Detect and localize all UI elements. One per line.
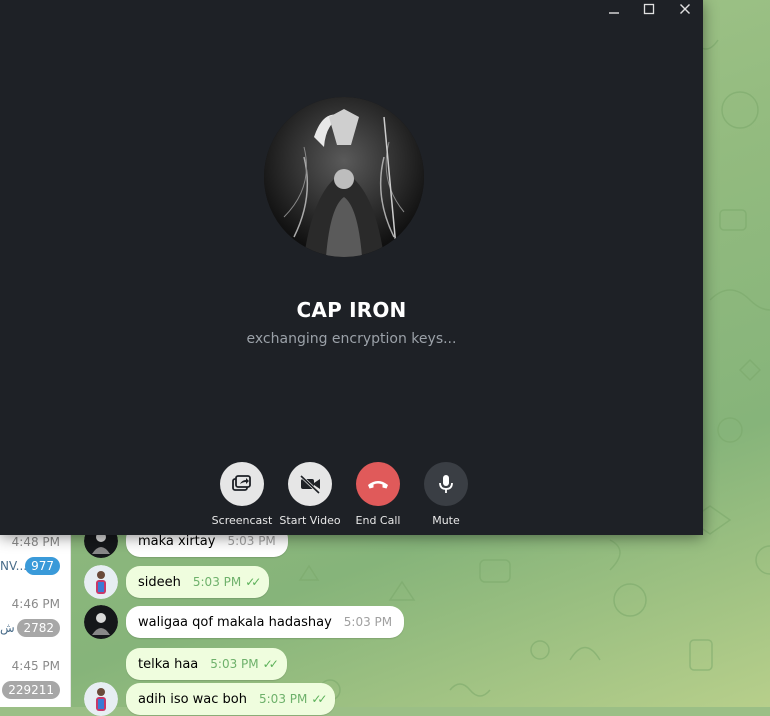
close-icon [680,4,690,14]
unread-badge: 977 [25,557,60,575]
chat-time: 4:46 PM [11,597,60,611]
message-text: adih iso wac boh [138,692,247,707]
avatar[interactable] [84,682,118,716]
message-bubble[interactable]: waligaa qof makala hadashay 5:03 PM [126,606,405,638]
avatar[interactable] [84,605,118,639]
caller-avatar [264,97,424,257]
message-time: 5:03 PM [259,692,308,706]
message-text: sideeh [138,575,181,590]
start-video-button[interactable] [288,462,332,506]
chat-snippet: NV... [0,559,28,573]
end-call-button[interactable] [356,462,400,506]
read-checkmark-icon: ✓✓ [245,575,261,589]
message-time: 5:03 PM [343,615,393,629]
avatar[interactable] [84,565,118,599]
message-text: waligaa qof makala hadashay [138,615,332,630]
message-time: 5:03 PM [210,657,259,671]
microphone-icon [439,475,453,493]
hang-up-icon [368,481,388,489]
message-text: telka haa [138,657,199,672]
minimize-button[interactable] [596,0,632,18]
read-checkmark-icon: ✓✓ [311,692,327,706]
chat-snippet: ش [0,621,15,635]
message-bubble[interactable]: adih iso wac boh 5:03 PM ✓✓ [126,683,336,715]
call-status: exchanging encryption keys... [246,331,457,347]
read-checkmark-icon: ✓✓ [262,657,279,671]
unread-badge: 2782 [17,619,60,637]
message-bubble[interactable]: sideeh 5:03 PM ✓✓ [126,566,270,598]
close-button[interactable] [667,0,703,18]
mute-label: Mute [432,514,460,527]
maximize-icon [643,3,655,15]
chat-time: 4:45 PM [11,659,60,673]
mute-button[interactable] [424,462,468,506]
screencast-button[interactable] [220,462,264,506]
message-bubble[interactable]: telka haa 5:03 PM ✓✓ [126,648,287,680]
maximize-button[interactable] [631,0,667,18]
caller-name: CAP IRON [296,298,407,322]
chat-list-panel: 4:48 PM NV... 977 4:46 PM ش 2782 4:45 PM… [0,535,71,707]
unread-badge: 229211 [2,681,60,699]
chat-time: 4:48 PM [11,535,60,549]
minimize-icon [609,12,619,14]
mute-control: Mute [406,462,486,527]
call-window: CAP IRON exchanging encryption keys... S… [0,0,703,535]
video-off-icon [299,474,321,495]
message-time: 5:03 PM [192,575,242,589]
screencast-icon [232,475,251,491]
